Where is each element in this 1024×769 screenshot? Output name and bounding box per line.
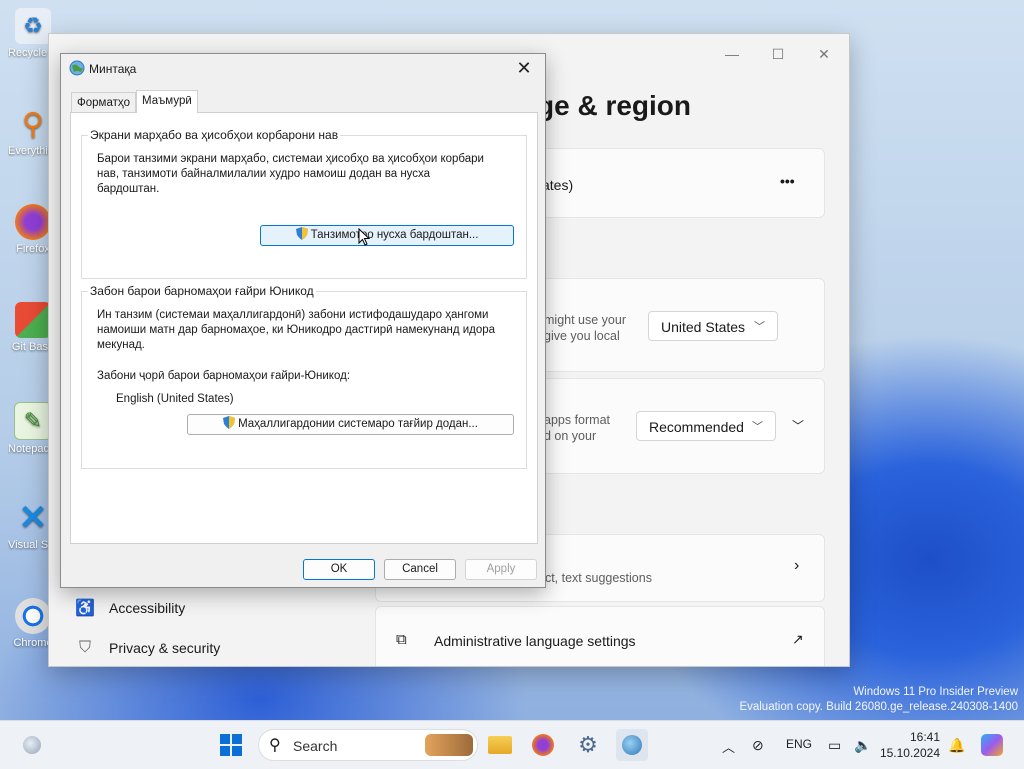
region-taskbar-icon[interactable] — [616, 729, 648, 761]
region-dialog: Минтақа ✕ Форматҳо Маъмурӣ Экрани марҳаб… — [60, 53, 546, 588]
administrative-panel: Экрани марҳабо ва ҳисобҳои корбарони нав… — [70, 112, 538, 544]
unicode-desc-line1: Ин танзим (системаи маҳаллигардонӣ) забо… — [97, 309, 489, 321]
desktop-icon-label: Chrome — [13, 637, 53, 649]
clock-time[interactable]: 16:41 — [878, 730, 940, 744]
region-desc-line2: give you local — [544, 329, 620, 343]
accessibility-icon: ♿ — [75, 600, 95, 617]
notepad-icon: ✎ — [14, 402, 52, 440]
country-summary: ates) — [542, 177, 574, 193]
chrome-icon — [15, 598, 51, 634]
ok-button[interactable]: OK — [303, 559, 375, 580]
chevron-down-icon: ﹀ — [752, 421, 763, 433]
apply-button[interactable]: Apply — [465, 559, 537, 580]
search-icon: ⚲ — [269, 737, 281, 754]
sidebar-item-label: Accessibility — [109, 600, 186, 616]
chevron-right-icon: › — [794, 557, 800, 574]
globe-icon — [69, 60, 85, 76]
notification-bell-icon[interactable]: 🔔 — [948, 737, 965, 754]
format-desc-line1: apps format — [544, 413, 611, 427]
desktop-icon-label: Firefox — [16, 243, 50, 255]
network-off-icon[interactable]: ⊘ — [752, 737, 764, 754]
admin-language-card[interactable]: ⧉ Administrative language settings ↗ — [375, 606, 825, 666]
clock-date[interactable]: 15.10.2024 — [866, 746, 940, 760]
sidebar-item-label: Privacy & security — [109, 640, 221, 656]
change-system-locale-label: Маҳаллигардонии системаро тағйир додан..… — [238, 418, 478, 430]
dialog-title: Минтақа — [89, 62, 137, 76]
regional-format-value: Recommended — [649, 419, 744, 435]
settings-taskbar-icon[interactable]: ⚙ — [572, 729, 604, 761]
copilot-icon[interactable] — [976, 729, 1008, 761]
tab-formats[interactable]: Форматҳо — [71, 92, 136, 113]
vscode-icon: ✕ — [18, 500, 48, 537]
regional-format-dropdown[interactable]: Recommended ﹀ — [636, 411, 776, 441]
welcome-desc-line1: Барои танзими экрани марҳабо, системаи ҳ… — [97, 153, 484, 165]
admin-language-label: Administrative language settings — [434, 633, 636, 649]
page-title: ge & region — [537, 90, 692, 121]
welcome-desc-line2: нав, танзимоти байналмилалии худро намои… — [97, 168, 431, 180]
country-dropdown[interactable]: United States ﹀ — [648, 311, 778, 341]
copy-settings-label: Танзимотро нусха бардоштан... — [310, 229, 479, 241]
more-options-icon[interactable]: ••• — [780, 173, 795, 189]
file-explorer-icon[interactable] — [484, 729, 516, 761]
search-highlight-icon — [425, 734, 473, 756]
recycle-bin-icon: ♻ — [15, 8, 51, 44]
cancel-button[interactable]: Cancel — [384, 559, 456, 580]
firefox-taskbar-icon[interactable] — [527, 729, 559, 761]
tab-administrative[interactable]: Маъмурӣ — [136, 90, 198, 113]
input-language[interactable]: ENG — [786, 737, 812, 751]
git-icon — [15, 302, 51, 338]
current-language-label: Забони ҷорӣ барои барномаҳои ғайри-Юнико… — [97, 370, 351, 382]
taskbar-search[interactable]: ⚲ Search — [258, 729, 478, 761]
typing-desc: ect, text suggestions — [538, 571, 652, 585]
close-icon[interactable]: ✕ — [511, 56, 537, 80]
sidebar-item-privacy[interactable]: ⛉ Privacy & security — [75, 638, 220, 658]
current-language-value: English (United States) — [116, 393, 234, 405]
copy-settings-button[interactable]: Танзимотро нусха бардоштан... — [260, 225, 514, 246]
welcome-desc-line3: бардоштан. — [97, 183, 160, 195]
display-icon[interactable]: ▭ — [828, 737, 841, 754]
magnifier-icon: ⚲ — [22, 107, 44, 141]
admin-settings-icon: ⧉ — [396, 631, 407, 648]
group-label: Забон барои барномаҳои ғайри Юникод — [88, 284, 316, 298]
watermark-line1: Windows 11 Pro Insider Preview — [853, 686, 1018, 698]
firefox-icon — [15, 204, 51, 240]
maximize-button[interactable]: ☐ — [755, 40, 801, 68]
close-button[interactable]: ✕ — [801, 40, 847, 68]
region-desc-line1: might use your — [544, 313, 626, 327]
unicode-desc-line2: намоиши матн дар барномаҳое, ки Юникодро… — [97, 324, 496, 336]
welcome-screen-group: Экрани марҳабо ва ҳисобҳои корбарони нав… — [81, 128, 527, 279]
uac-shield-icon — [223, 416, 236, 429]
start-button[interactable] — [215, 729, 247, 761]
country-dropdown-value: United States — [661, 319, 746, 335]
chevron-up-icon[interactable]: ︿ — [722, 737, 735, 756]
expand-chevron-icon[interactable]: ﹀ — [792, 417, 804, 434]
windows-logo-icon — [220, 734, 242, 756]
group-label: Экрани марҳабо ва ҳисобҳои корбарони нав — [88, 128, 341, 142]
widgets-icon[interactable] — [16, 729, 48, 761]
shield-icon: ⛉ — [78, 639, 91, 656]
open-external-icon: ↗ — [792, 631, 804, 647]
sidebar-item-accessibility[interactable]: ♿ Accessibility — [75, 598, 185, 618]
unicode-desc-line3: мекунад. — [97, 339, 145, 351]
mouse-cursor-icon — [358, 228, 370, 246]
watermark-line2: Evaluation copy. Build 26080.ge_release.… — [739, 701, 1018, 713]
chevron-down-icon: ﹀ — [754, 321, 765, 333]
minimize-button[interactable]: — — [709, 40, 755, 68]
search-placeholder: Search — [293, 738, 338, 754]
taskbar: ⚲ Search ⚙ ︿ ⊘ ENG ▭ 🔈 16:41 15.10.2024 … — [0, 720, 1024, 769]
uac-shield-icon — [295, 227, 308, 240]
change-system-locale-button[interactable]: Маҳаллигардонии системаро тағйир додан..… — [187, 414, 514, 435]
non-unicode-group: Забон барои барномаҳои ғайри Юникод Ин т… — [81, 284, 527, 469]
format-desc-line2: d on your — [544, 429, 597, 443]
